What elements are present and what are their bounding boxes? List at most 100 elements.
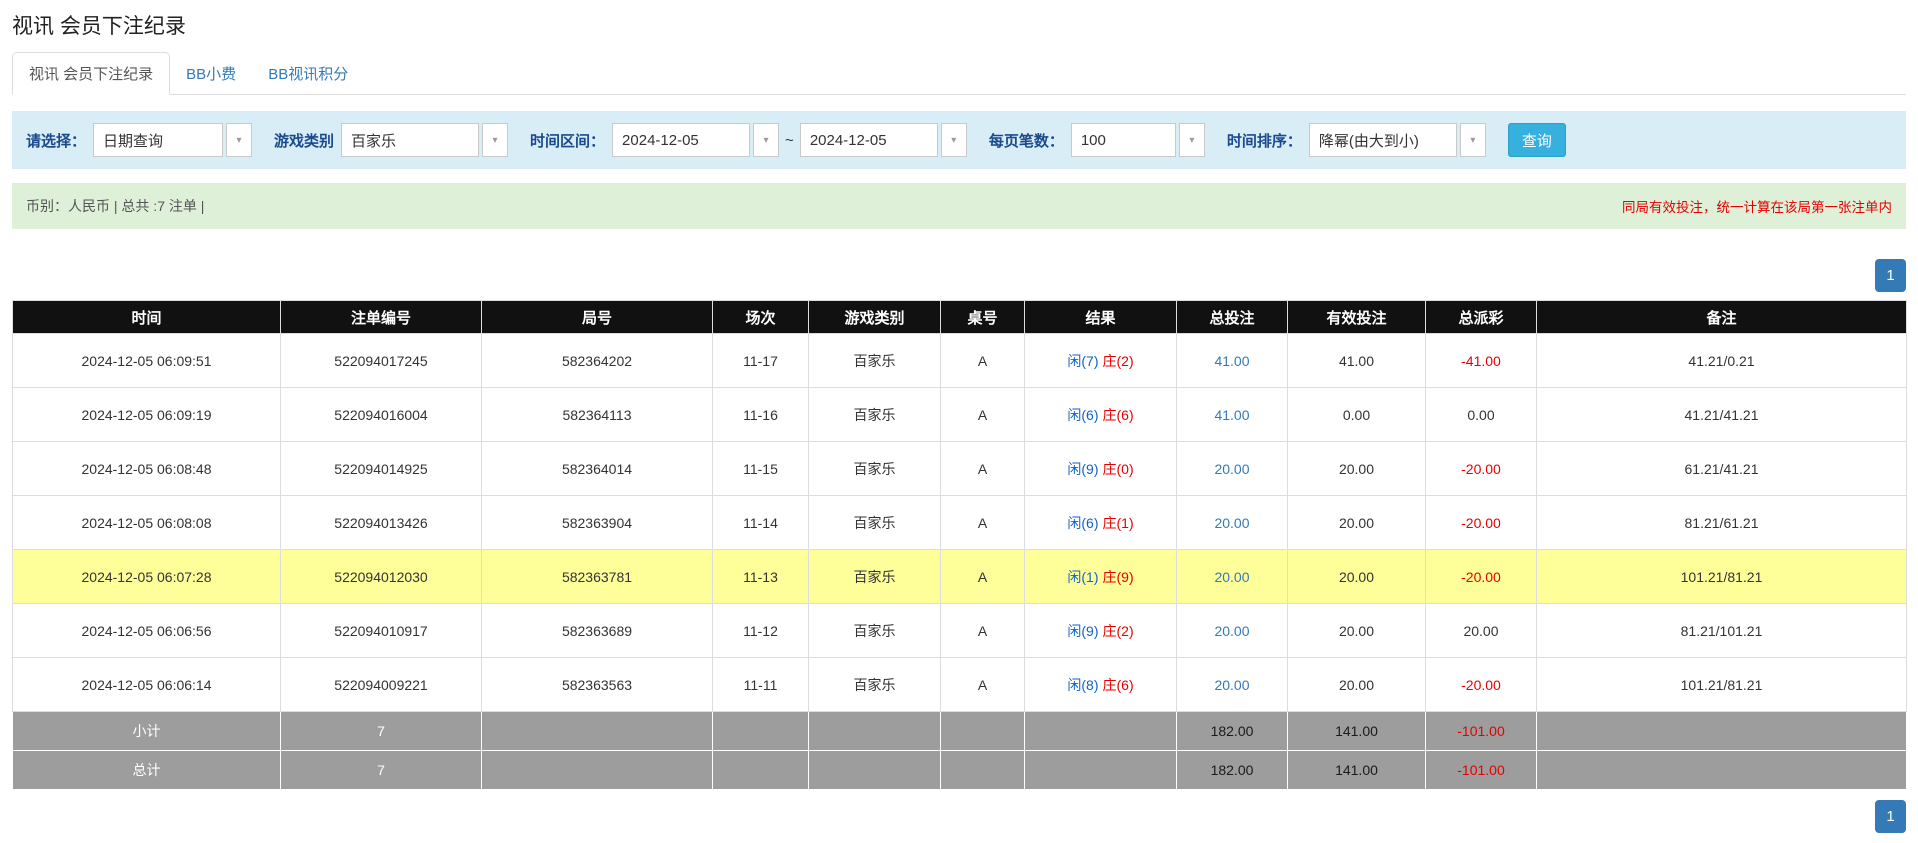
cell-session: 11-11 bbox=[713, 658, 809, 712]
cell-payout: -20.00 bbox=[1426, 442, 1537, 496]
total-bet-link[interactable]: 20.00 bbox=[1214, 515, 1249, 531]
filter-group-query-type: 请选择： ▾ bbox=[26, 123, 252, 157]
page-1-button[interactable]: 1 bbox=[1875, 259, 1906, 292]
cell-result: 闲(6)庄(1) bbox=[1025, 496, 1177, 550]
page-size-input[interactable] bbox=[1071, 123, 1176, 157]
page-1-button[interactable]: 1 bbox=[1875, 800, 1906, 833]
grand-total-label: 总计 bbox=[13, 751, 281, 790]
caret-down-icon: ▾ bbox=[951, 135, 956, 146]
page-size-dropdown-button[interactable]: ▾ bbox=[1179, 123, 1205, 157]
column-header-bet-id: 注单编号 bbox=[281, 301, 482, 334]
column-header-payout: 总派彩 bbox=[1426, 301, 1537, 334]
cell-total-bet: 20.00 bbox=[1177, 496, 1288, 550]
cell-time: 2024-12-05 06:06:14 bbox=[13, 658, 281, 712]
cell-round-id: 582364014 bbox=[482, 442, 713, 496]
filter-group-page-size: 每页笔数： ▾ bbox=[989, 123, 1205, 157]
total-bet-link[interactable]: 20.00 bbox=[1214, 623, 1249, 639]
total-bet-link[interactable]: 20.00 bbox=[1214, 677, 1249, 693]
sort-dropdown-button[interactable]: ▾ bbox=[1460, 123, 1486, 157]
date-to-picker-button[interactable]: ▾ bbox=[941, 123, 967, 157]
date-range-separator: ~ bbox=[785, 132, 794, 149]
tab-bb-tips[interactable]: BB小费 bbox=[170, 53, 252, 94]
tab-bb-video-points[interactable]: BB视讯积分 bbox=[252, 53, 364, 94]
result-player: 闲(9) bbox=[1067, 461, 1098, 477]
column-header-total-bet: 总投注 bbox=[1177, 301, 1288, 334]
cell-result: 闲(8)庄(6) bbox=[1025, 658, 1177, 712]
cell-payout: -20.00 bbox=[1426, 658, 1537, 712]
cell-time: 2024-12-05 06:09:51 bbox=[13, 334, 281, 388]
total-bet-link[interactable]: 41.00 bbox=[1214, 407, 1249, 423]
cell-round-id: 582363781 bbox=[482, 550, 713, 604]
grand-total-payout: -101.00 bbox=[1426, 751, 1537, 790]
grand-total-valid-bet: 141.00 bbox=[1288, 751, 1426, 790]
cell-table-no: A bbox=[941, 442, 1025, 496]
cell-game-type: 百家乐 bbox=[809, 550, 941, 604]
query-type-select[interactable] bbox=[93, 123, 223, 157]
cell-remark: 81.21/101.21 bbox=[1537, 604, 1907, 658]
caret-down-icon: ▾ bbox=[764, 135, 769, 146]
sort-label: 时间排序： bbox=[1227, 130, 1302, 151]
total-bet-link[interactable]: 20.00 bbox=[1214, 569, 1249, 585]
column-header-result: 结果 bbox=[1025, 301, 1177, 334]
cell-payout: 20.00 bbox=[1426, 604, 1537, 658]
cell-total-bet: 41.00 bbox=[1177, 334, 1288, 388]
cell-round-id: 582364202 bbox=[482, 334, 713, 388]
table-row: 2024-12-05 06:08:48 522094014925 5823640… bbox=[13, 442, 1907, 496]
tab-betting-records[interactable]: 视讯 会员下注纪录 bbox=[12, 52, 170, 95]
filter-group-sort: 时间排序： ▾ bbox=[1227, 123, 1486, 157]
cell-valid-bet: 0.00 bbox=[1288, 388, 1426, 442]
date-from-picker-button[interactable]: ▾ bbox=[753, 123, 779, 157]
table-row: 2024-12-05 06:09:19 522094016004 5823641… bbox=[13, 388, 1907, 442]
game-type-dropdown-button[interactable]: ▾ bbox=[482, 123, 508, 157]
cell-game-type: 百家乐 bbox=[809, 604, 941, 658]
cell-bet-id: 522094009221 bbox=[281, 658, 482, 712]
cell-time: 2024-12-05 06:08:48 bbox=[13, 442, 281, 496]
cell-round-id: 582363689 bbox=[482, 604, 713, 658]
result-banker: 庄(9) bbox=[1103, 569, 1134, 585]
cell-table-no: A bbox=[941, 658, 1025, 712]
result-player: 闲(7) bbox=[1067, 353, 1098, 369]
query-type-dropdown-button[interactable]: ▾ bbox=[226, 123, 252, 157]
grand-total-row: 总计 7 182.00 141.00 -101.00 bbox=[13, 751, 1907, 790]
cell-session: 11-17 bbox=[713, 334, 809, 388]
grand-total-count: 7 bbox=[281, 751, 482, 790]
cell-valid-bet: 20.00 bbox=[1288, 658, 1426, 712]
subtotal-valid-bet: 141.00 bbox=[1288, 712, 1426, 751]
cell-valid-bet: 20.00 bbox=[1288, 550, 1426, 604]
cell-result: 闲(6)庄(6) bbox=[1025, 388, 1177, 442]
cell-remark: 101.21/81.21 bbox=[1537, 550, 1907, 604]
cell-time: 2024-12-05 06:09:19 bbox=[13, 388, 281, 442]
cell-bet-id: 522094013426 bbox=[281, 496, 482, 550]
result-banker: 庄(2) bbox=[1103, 353, 1134, 369]
cell-total-bet: 20.00 bbox=[1177, 550, 1288, 604]
result-player: 闲(9) bbox=[1067, 623, 1098, 639]
table-row-highlighted: 2024-12-05 06:07:28 522094012030 5823637… bbox=[13, 550, 1907, 604]
filter-group-game-type: 游戏类别 ▾ bbox=[274, 123, 508, 157]
column-header-session: 场次 bbox=[713, 301, 809, 334]
result-banker: 庄(0) bbox=[1103, 461, 1134, 477]
cell-total-bet: 20.00 bbox=[1177, 658, 1288, 712]
date-to-input[interactable] bbox=[800, 123, 938, 157]
cell-payout: 0.00 bbox=[1426, 388, 1537, 442]
cell-session: 11-14 bbox=[713, 496, 809, 550]
cell-result: 闲(7) 庄(2) bbox=[1025, 334, 1177, 388]
page-size-label: 每页笔数： bbox=[989, 130, 1064, 151]
result-player: 闲(1) bbox=[1067, 569, 1098, 585]
grand-total-total-bet: 182.00 bbox=[1177, 751, 1288, 790]
search-button[interactable]: 查询 bbox=[1508, 123, 1566, 157]
cell-game-type: 百家乐 bbox=[809, 388, 941, 442]
tab-bar: 视讯 会员下注纪录 BB小费 BB视讯积分 bbox=[12, 52, 1906, 95]
cell-bet-id: 522094016004 bbox=[281, 388, 482, 442]
cell-session: 11-15 bbox=[713, 442, 809, 496]
sort-select[interactable] bbox=[1309, 123, 1457, 157]
caret-down-icon: ▾ bbox=[1189, 135, 1194, 146]
total-bet-link[interactable]: 41.00 bbox=[1214, 353, 1249, 369]
summary-info-bar: 币别：人民币 | 总共 :7 注单 | 同局有效投注，统一计算在该局第一张注单内 bbox=[12, 183, 1906, 229]
game-type-select[interactable] bbox=[341, 123, 479, 157]
date-from-input[interactable] bbox=[612, 123, 750, 157]
page-title: 视讯 会员下注纪录 bbox=[12, 10, 1906, 40]
result-banker: 庄(2) bbox=[1103, 623, 1134, 639]
total-bet-link[interactable]: 20.00 bbox=[1214, 461, 1249, 477]
cell-table-no: A bbox=[941, 334, 1025, 388]
cell-remark: 41.21/41.21 bbox=[1537, 388, 1907, 442]
